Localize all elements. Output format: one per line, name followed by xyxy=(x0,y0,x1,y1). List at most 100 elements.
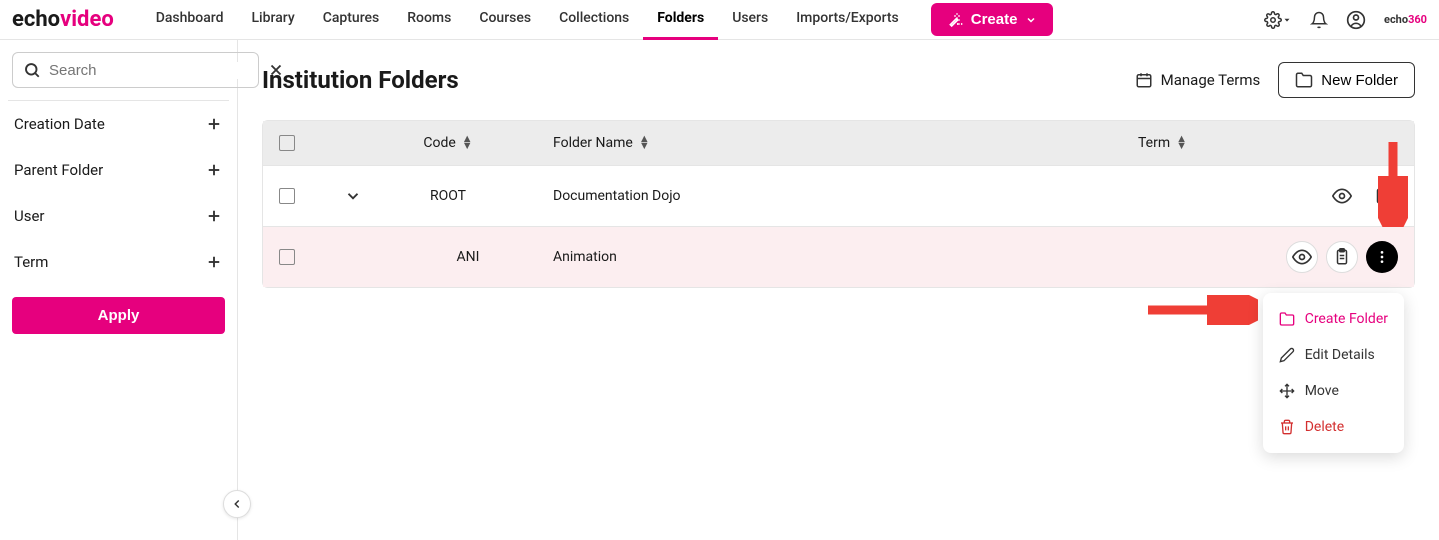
menu-create-folder[interactable]: Create Folder xyxy=(1263,301,1404,337)
view-button[interactable] xyxy=(1326,180,1358,212)
row-actions xyxy=(1258,241,1398,273)
filter-creation-date[interactable]: Creation Date xyxy=(8,101,229,147)
bell-icon xyxy=(1310,11,1328,29)
more-vertical-icon xyxy=(1374,249,1390,265)
plus-icon xyxy=(205,253,223,271)
eye-icon xyxy=(1292,247,1312,267)
clipboard-icon xyxy=(1373,187,1391,205)
filter-label: User xyxy=(14,207,45,225)
nav-collections[interactable]: Collections xyxy=(545,0,643,40)
header-folder-name[interactable]: Folder Name ▲▼ xyxy=(513,135,1138,151)
plus-icon xyxy=(205,161,223,179)
main-layout: Creation Date Parent Folder User Term Ap… xyxy=(0,40,1439,540)
clipboard-button[interactable] xyxy=(1366,180,1398,212)
nav-captures[interactable]: Captures xyxy=(309,0,394,40)
row-actions-menu: Create Folder Edit Details Move Delete xyxy=(1263,293,1404,453)
caret-down-icon xyxy=(1282,15,1292,25)
content-area: Institution Folders Manage Terms New Fol… xyxy=(238,40,1439,540)
filter-parent-folder[interactable]: Parent Folder xyxy=(8,147,229,193)
new-folder-label: New Folder xyxy=(1321,72,1398,89)
row-actions xyxy=(1258,180,1398,212)
pencil-icon xyxy=(1279,347,1295,363)
more-options-button[interactable] xyxy=(1366,241,1398,273)
manage-terms-label: Manage Terms xyxy=(1161,71,1261,89)
table-header-row: Code ▲▼ Folder Name ▲▼ Term ▲▼ xyxy=(263,121,1414,165)
select-all-checkbox[interactable] xyxy=(279,135,295,151)
eye-icon xyxy=(1332,186,1352,206)
nav-folders[interactable]: Folders xyxy=(643,0,718,40)
trash-icon xyxy=(1279,419,1295,435)
content-header: Institution Folders Manage Terms New Fol… xyxy=(262,62,1415,98)
filter-label: Parent Folder xyxy=(14,161,103,179)
calendar-icon xyxy=(1135,71,1153,89)
row-code: ANI xyxy=(383,249,513,265)
nav-users[interactable]: Users xyxy=(718,0,782,40)
search-icon xyxy=(23,61,41,79)
header-right: echo360 xyxy=(1264,10,1427,30)
logo-echo: echo xyxy=(12,7,60,32)
folder-icon xyxy=(1295,71,1313,89)
row-name: Documentation Dojo xyxy=(513,188,1138,204)
app-header: echovideo Dashboard Library Captures Roo… xyxy=(0,0,1439,40)
close-icon xyxy=(267,61,285,79)
header-term[interactable]: Term ▲▼ xyxy=(1138,135,1258,151)
close-search-button[interactable] xyxy=(267,61,285,79)
chevron-down-icon[interactable] xyxy=(344,187,362,205)
header-code[interactable]: Code ▲▼ xyxy=(383,135,513,151)
chevron-down-icon xyxy=(1025,14,1037,26)
plus-icon xyxy=(205,115,223,133)
gear-icon xyxy=(1264,11,1282,29)
notifications-button[interactable] xyxy=(1310,11,1328,29)
create-label: Create xyxy=(971,11,1018,28)
page-title: Institution Folders xyxy=(262,66,459,94)
apply-button[interactable]: Apply xyxy=(12,297,225,334)
filter-label: Creation Date xyxy=(14,115,105,133)
row-name: Animation xyxy=(513,249,1138,265)
filter-sidebar: Creation Date Parent Folder User Term Ap… xyxy=(0,40,238,540)
folders-table: Code ▲▼ Folder Name ▲▼ Term ▲▼ xyxy=(262,120,1415,288)
move-icon xyxy=(1279,383,1295,399)
collapse-sidebar-button[interactable] xyxy=(223,490,251,518)
main-nav: Dashboard Library Captures Rooms Courses… xyxy=(142,0,913,40)
row-checkbox[interactable] xyxy=(279,249,295,265)
nav-rooms[interactable]: Rooms xyxy=(393,0,465,40)
nav-library[interactable]: Library xyxy=(238,0,309,40)
menu-edit-details[interactable]: Edit Details xyxy=(1263,337,1404,373)
table-row[interactable]: ANI Animation xyxy=(263,226,1414,287)
small-logo: echo360 xyxy=(1384,13,1427,26)
nav-courses[interactable]: Courses xyxy=(465,0,545,40)
new-folder-button[interactable]: New Folder xyxy=(1278,62,1415,98)
row-checkbox[interactable] xyxy=(279,188,295,204)
table-row[interactable]: ROOT Documentation Dojo xyxy=(263,165,1414,226)
filter-label: Term xyxy=(14,253,48,271)
create-button[interactable]: Create xyxy=(931,3,1054,36)
logo-video: video xyxy=(60,7,114,32)
view-button[interactable] xyxy=(1286,241,1318,273)
annotation-arrow-right xyxy=(1143,295,1258,325)
sort-icon: ▲▼ xyxy=(639,136,650,149)
sort-icon: ▲▼ xyxy=(1176,136,1187,149)
row-code: ROOT xyxy=(383,188,513,204)
search-box[interactable] xyxy=(12,52,259,88)
settings-dropdown[interactable] xyxy=(1264,11,1292,29)
plus-icon xyxy=(205,207,223,225)
search-input[interactable] xyxy=(49,62,248,79)
header-checkbox-col xyxy=(279,135,323,151)
menu-delete[interactable]: Delete xyxy=(1263,409,1404,445)
logo[interactable]: echovideo xyxy=(12,7,114,32)
sort-icon: ▲▼ xyxy=(462,136,473,149)
manage-terms-button[interactable]: Manage Terms xyxy=(1135,71,1261,89)
chevron-left-icon xyxy=(230,497,244,511)
folder-icon xyxy=(1279,311,1295,327)
header-actions: Manage Terms New Folder xyxy=(1135,62,1415,98)
user-circle-icon xyxy=(1346,10,1366,30)
account-button[interactable] xyxy=(1346,10,1366,30)
clipboard-icon xyxy=(1333,248,1351,266)
clipboard-button[interactable] xyxy=(1326,241,1358,273)
filter-user[interactable]: User xyxy=(8,193,229,239)
filter-term[interactable]: Term xyxy=(8,239,229,285)
nav-dashboard[interactable]: Dashboard xyxy=(142,0,238,40)
nav-imports-exports[interactable]: Imports/Exports xyxy=(782,0,913,40)
search-row xyxy=(8,52,229,101)
menu-move[interactable]: Move xyxy=(1263,373,1404,409)
